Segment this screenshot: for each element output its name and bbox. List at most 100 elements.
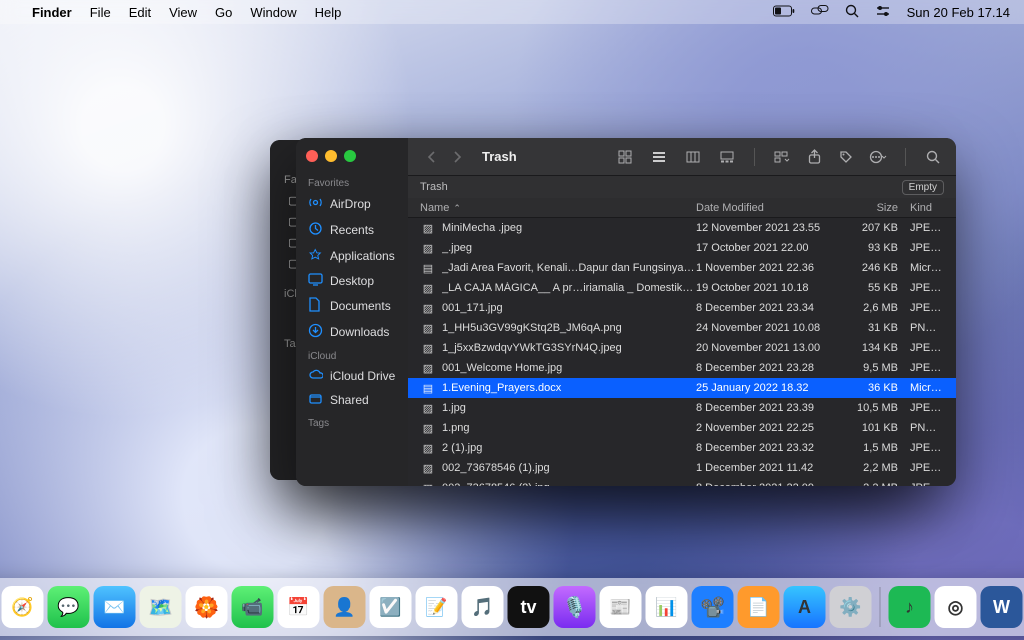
file-date: 17 October 2021 22.00 — [696, 242, 850, 254]
file-icon: ▨ — [420, 342, 436, 355]
sidebar-item-recents[interactable]: Recents — [302, 217, 402, 243]
file-name: 001_171.jpg — [442, 302, 696, 314]
tags-button[interactable] — [835, 147, 857, 167]
dock-app-keynote[interactable]: 📽️ — [692, 586, 734, 628]
file-date: 24 November 2021 10.08 — [696, 322, 850, 334]
sidebar-item-shared[interactable]: Shared — [302, 387, 402, 412]
dock-app-reminders[interactable]: ☑️ — [370, 586, 412, 628]
menubar-item[interactable]: Help — [315, 5, 342, 20]
forward-button[interactable] — [446, 147, 468, 167]
action-button[interactable] — [867, 147, 889, 167]
cloud-icon — [308, 368, 323, 383]
dock-app-settings[interactable]: ⚙️ — [830, 586, 872, 628]
menubar-item[interactable]: Go — [215, 5, 232, 20]
apps-icon — [308, 247, 323, 265]
file-row[interactable]: ▨_.jpeg17 October 2021 22.0093 KBJPEG im… — [408, 238, 956, 258]
view-list-button[interactable] — [648, 147, 670, 167]
sidebar-item-label: Applications — [330, 249, 395, 263]
dock-app-messages[interactable]: 💬 — [48, 586, 90, 628]
view-icons-button[interactable] — [614, 147, 636, 167]
file-kind: Micros…(.docx) — [910, 262, 944, 274]
dock-app-notes[interactable]: 📝 — [416, 586, 458, 628]
empty-trash-button[interactable]: Empty — [902, 180, 944, 195]
battery-icon[interactable] — [773, 5, 795, 20]
file-size: 93 KB — [850, 242, 910, 254]
file-icon: ▨ — [420, 362, 436, 375]
menubar-clock[interactable]: Sun 20 Feb 17.14 — [907, 5, 1010, 20]
shared-icon — [308, 391, 323, 408]
group-button[interactable] — [771, 147, 793, 167]
sidebar-item-desktop[interactable]: Desktop — [302, 269, 402, 293]
dock-app-safari[interactable]: 🧭 — [2, 586, 44, 628]
sidebar-item-downloads[interactable]: Downloads — [302, 319, 402, 345]
file-icon: ▨ — [420, 462, 436, 475]
back-button[interactable] — [420, 147, 442, 167]
file-row[interactable]: ▨001_Welcome Home.jpg8 December 2021 23.… — [408, 358, 956, 378]
column-name[interactable]: Name⌃ — [420, 202, 696, 214]
sidebar-item-cloud[interactable]: iCloud Drive — [302, 364, 402, 387]
downloads-icon — [308, 323, 323, 341]
dock-app-calendar[interactable]: 📅 — [278, 586, 320, 628]
file-row[interactable]: ▨001_171.jpg8 December 2021 23.342,6 MBJ… — [408, 298, 956, 318]
sort-indicator-icon: ⌃ — [453, 203, 461, 213]
file-row[interactable]: ▨002_73678546 (2).jpg8 December 2021 22.… — [408, 478, 956, 486]
window-controls — [302, 146, 402, 172]
file-row[interactable]: ▨1.jpg8 December 2021 23.3910,5 MBJPEG i… — [408, 398, 956, 418]
view-gallery-button[interactable] — [716, 147, 738, 167]
dock-app-podcasts[interactable]: 🎙️ — [554, 586, 596, 628]
share-button[interactable] — [803, 147, 825, 167]
file-row[interactable]: ▨1.png2 November 2021 22.25101 KBPNG ima… — [408, 418, 956, 438]
column-kind[interactable]: Kind — [910, 202, 944, 214]
file-kind: JPEG image — [910, 442, 944, 454]
file-row[interactable]: ▤_Jadi Area Favorit, Kenali…Dapur dan Fu… — [408, 258, 956, 278]
minimize-button[interactable] — [325, 150, 337, 162]
sidebar-item-label: Recents — [330, 223, 374, 237]
dock-app-news[interactable]: 📰 — [600, 586, 642, 628]
view-columns-button[interactable] — [682, 147, 704, 167]
dock-app-spotify[interactable]: ♪ — [889, 586, 931, 628]
dock-app-contacts[interactable]: 👤 — [324, 586, 366, 628]
file-row[interactable]: ▨1_HH5u3GV99gKStq2B_JM6qA.png24 November… — [408, 318, 956, 338]
dock-app-tv[interactable]: tv — [508, 586, 550, 628]
recents-icon — [308, 221, 323, 239]
menubar-item[interactable]: Window — [250, 5, 296, 20]
dock: 🙂▦🧭💬✉️🗺️🏵️📹📅👤☑️📝🎵tv🎙️📰📊📽️📄A⚙️♪◎W📄🗑️ — [0, 578, 1024, 636]
sidebar-item-airdrop[interactable]: AirDrop — [302, 191, 402, 217]
file-size: 55 KB — [850, 282, 910, 294]
column-size[interactable]: Size — [850, 202, 910, 214]
menubar-item[interactable]: View — [169, 5, 197, 20]
file-row[interactable]: ▨002_73678546 (1).jpg1 December 2021 11.… — [408, 458, 956, 478]
control-center-icon[interactable] — [875, 5, 891, 20]
file-row[interactable]: ▨_LA CAJA MÁGICA__ A pr…iriamalia _ Dome… — [408, 278, 956, 298]
file-row[interactable]: ▤1.Evening_Prayers.docx25 January 2022 1… — [408, 378, 956, 398]
column-date[interactable]: Date Modified — [696, 202, 850, 214]
finder-window[interactable]: Favorites AirDropRecentsApplicationsDesk… — [296, 138, 956, 486]
search-button[interactable] — [922, 147, 944, 167]
file-row[interactable]: ▨MiniMecha .jpeg12 November 2021 23.5520… — [408, 218, 956, 238]
dock-app-facetime[interactable]: 📹 — [232, 586, 274, 628]
file-row[interactable]: ▨1_j5xxBzwdqvYWkTG3SYrN4Q.jpeg20 Novembe… — [408, 338, 956, 358]
file-row[interactable]: ▨2 (1).jpg8 December 2021 23.321,5 MBJPE… — [408, 438, 956, 458]
dock-app-photos[interactable]: 🏵️ — [186, 586, 228, 628]
sidebar-item-apps[interactable]: Applications — [302, 243, 402, 269]
file-icon: ▨ — [420, 422, 436, 435]
menubar-item[interactable]: Edit — [129, 5, 151, 20]
menubar-app[interactable]: Finder — [32, 5, 72, 20]
file-list[interactable]: ▨MiniMecha .jpeg12 November 2021 23.5520… — [408, 218, 956, 486]
dock-app-mail[interactable]: ✉️ — [94, 586, 136, 628]
dock-app-chrome[interactable]: ◎ — [935, 586, 977, 628]
dock-app-appstore[interactable]: A — [784, 586, 826, 628]
spotlight-icon[interactable] — [845, 4, 859, 21]
dock-app-music[interactable]: 🎵 — [462, 586, 504, 628]
dock-app-numbers[interactable]: 📊 — [646, 586, 688, 628]
file-date: 25 January 2022 18.32 — [696, 382, 850, 394]
dock-app-word[interactable]: W — [981, 586, 1023, 628]
toggle-icon[interactable] — [811, 5, 829, 20]
file-kind: JPEG image — [910, 242, 944, 254]
zoom-button[interactable] — [344, 150, 356, 162]
close-button[interactable] — [306, 150, 318, 162]
dock-app-pages[interactable]: 📄 — [738, 586, 780, 628]
sidebar-item-docs[interactable]: Documents — [302, 293, 402, 319]
menubar-item[interactable]: File — [90, 5, 111, 20]
dock-app-maps[interactable]: 🗺️ — [140, 586, 182, 628]
